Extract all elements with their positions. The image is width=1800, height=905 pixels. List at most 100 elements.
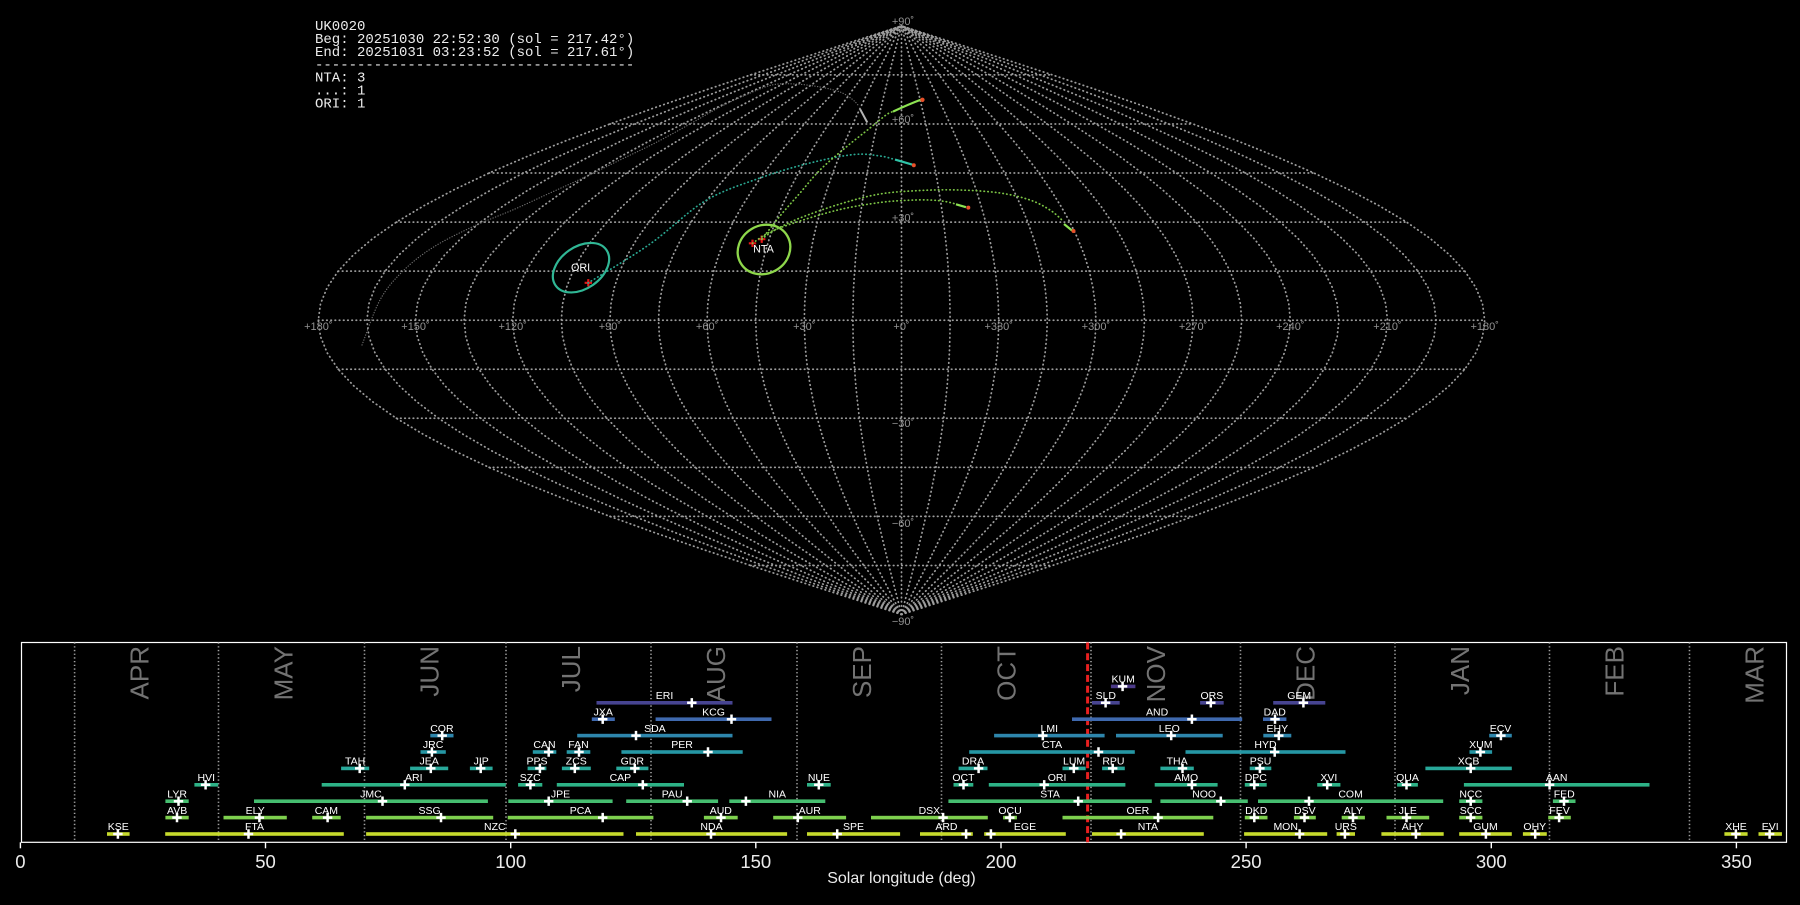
- svg-text:PSU: PSU: [1250, 756, 1272, 768]
- svg-text:300: 300: [1476, 851, 1507, 872]
- svg-text:SSG: SSG: [419, 805, 441, 817]
- svg-text:LUM: LUM: [1063, 756, 1085, 768]
- svg-text:FEV: FEV: [1549, 805, 1569, 817]
- svg-text:XHE: XHE: [1725, 821, 1747, 833]
- svg-text:+90˚: +90˚: [599, 321, 621, 333]
- svg-text:SEP: SEP: [847, 646, 877, 698]
- svg-text:QUA: QUA: [1396, 772, 1419, 784]
- svg-text:AND: AND: [1146, 706, 1169, 718]
- svg-text:XUM: XUM: [1469, 739, 1492, 751]
- svg-text:JXA: JXA: [594, 706, 613, 718]
- svg-text:AUD: AUD: [710, 805, 733, 817]
- svg-text:PCA: PCA: [570, 805, 592, 817]
- svg-text:HYD: HYD: [1254, 739, 1277, 751]
- svg-text:SZC: SZC: [520, 772, 541, 784]
- svg-text:MAY: MAY: [269, 646, 299, 700]
- svg-text:FEB: FEB: [1600, 646, 1630, 697]
- svg-text:CAN: CAN: [533, 739, 555, 751]
- svg-text:AUG: AUG: [701, 646, 731, 702]
- svg-text:NOO: NOO: [1192, 788, 1216, 800]
- svg-text:FAN: FAN: [568, 739, 588, 751]
- svg-text:ALY: ALY: [1344, 805, 1363, 817]
- svg-text:KCG: KCG: [702, 706, 725, 718]
- svg-text:COR: COR: [430, 723, 454, 735]
- svg-text:CAM: CAM: [315, 805, 338, 817]
- svg-text:CTA: CTA: [1042, 739, 1062, 751]
- svg-text:EHY: EHY: [1267, 723, 1289, 735]
- svg-text:50: 50: [255, 851, 276, 872]
- svg-text:NCC: NCC: [1459, 788, 1482, 800]
- svg-text:OCT: OCT: [952, 772, 975, 784]
- svg-text:GUM: GUM: [1473, 821, 1498, 833]
- svg-text:AVB: AVB: [167, 805, 187, 817]
- svg-text:ARI: ARI: [405, 772, 423, 784]
- svg-text:URS: URS: [1335, 821, 1357, 833]
- svg-text:LEO: LEO: [1159, 723, 1180, 735]
- svg-text:APR: APR: [125, 646, 155, 699]
- svg-text:TAH: TAH: [345, 756, 365, 768]
- svg-text:JMC: JMC: [360, 788, 382, 800]
- svg-text:+30˚: +30˚: [793, 321, 815, 333]
- svg-text:SCC: SCC: [1460, 805, 1483, 817]
- svg-text:ORI: ORI: [571, 262, 590, 274]
- svg-text:SDA: SDA: [644, 723, 666, 735]
- svg-text:XCB: XCB: [1458, 756, 1480, 768]
- svg-text:+0˚: +0˚: [893, 321, 909, 333]
- svg-text:JRC: JRC: [423, 739, 444, 751]
- svg-text:NZC: NZC: [484, 821, 506, 833]
- svg-text:ELY: ELY: [246, 805, 265, 817]
- svg-text:LYR: LYR: [167, 788, 187, 800]
- svg-text:THA: THA: [1167, 756, 1188, 768]
- svg-text:+150˚: +150˚: [401, 321, 429, 333]
- svg-text:+60˚: +60˚: [892, 114, 914, 126]
- svg-text:OHY: OHY: [1523, 821, 1546, 833]
- svg-text:CAP: CAP: [610, 772, 632, 784]
- svg-text:EGE: EGE: [1014, 821, 1036, 833]
- svg-text:LMI: LMI: [1041, 723, 1059, 735]
- svg-text:NTA: NTA: [753, 244, 775, 256]
- svg-text:JUN: JUN: [415, 646, 445, 697]
- svg-text:DPC: DPC: [1245, 772, 1268, 784]
- svg-text:150: 150: [740, 851, 771, 872]
- svg-text:GDR: GDR: [621, 756, 645, 768]
- svg-text:250: 250: [1231, 851, 1262, 872]
- svg-text:ORS: ORS: [1201, 690, 1224, 702]
- svg-text:MON: MON: [1273, 821, 1298, 833]
- svg-text:Solar longitude (deg): Solar longitude (deg): [827, 870, 976, 887]
- svg-text:AUR: AUR: [799, 805, 822, 817]
- svg-text:AHY: AHY: [1402, 821, 1424, 833]
- svg-text:+180˚: +180˚: [1470, 321, 1498, 333]
- svg-text:ERI: ERI: [656, 690, 674, 702]
- svg-text:+120˚: +120˚: [498, 321, 526, 333]
- svg-text:NTA: NTA: [1138, 821, 1158, 833]
- svg-text:STA: STA: [1040, 788, 1060, 800]
- svg-text:AMO: AMO: [1174, 772, 1198, 784]
- svg-text:+210˚: +210˚: [1373, 321, 1401, 333]
- svg-text:JPE: JPE: [551, 788, 570, 800]
- svg-text:PAU: PAU: [662, 788, 683, 800]
- svg-text:JIP: JIP: [474, 756, 489, 768]
- svg-text:EVI: EVI: [1762, 821, 1779, 833]
- svg-text:NDA: NDA: [700, 821, 722, 833]
- svg-text:SPE: SPE: [843, 821, 864, 833]
- svg-text:JLE: JLE: [1399, 805, 1417, 817]
- svg-text:PPS: PPS: [526, 756, 547, 768]
- svg-text:200: 200: [986, 851, 1017, 872]
- svg-text:+330˚: +330˚: [984, 321, 1012, 333]
- svg-text:−30˚: −30˚: [892, 418, 914, 430]
- svg-text:ORI: 1: ORI: 1: [315, 96, 365, 112]
- svg-text:350: 350: [1721, 851, 1752, 872]
- svg-text:0: 0: [15, 851, 25, 872]
- svg-text:FTA: FTA: [245, 821, 264, 833]
- svg-text:DRA: DRA: [962, 756, 984, 768]
- svg-text:ORI: ORI: [1048, 772, 1067, 784]
- svg-text:AAN: AAN: [1546, 772, 1568, 784]
- svg-text:100: 100: [495, 851, 526, 872]
- svg-text:+300˚: +300˚: [1082, 321, 1110, 333]
- svg-text:DAD: DAD: [1264, 706, 1287, 718]
- svg-text:DSV: DSV: [1294, 805, 1316, 817]
- svg-text:PER: PER: [671, 739, 693, 751]
- svg-text:ARD: ARD: [935, 821, 958, 833]
- svg-text:JEA: JEA: [419, 756, 438, 768]
- svg-text:OCT: OCT: [992, 646, 1022, 701]
